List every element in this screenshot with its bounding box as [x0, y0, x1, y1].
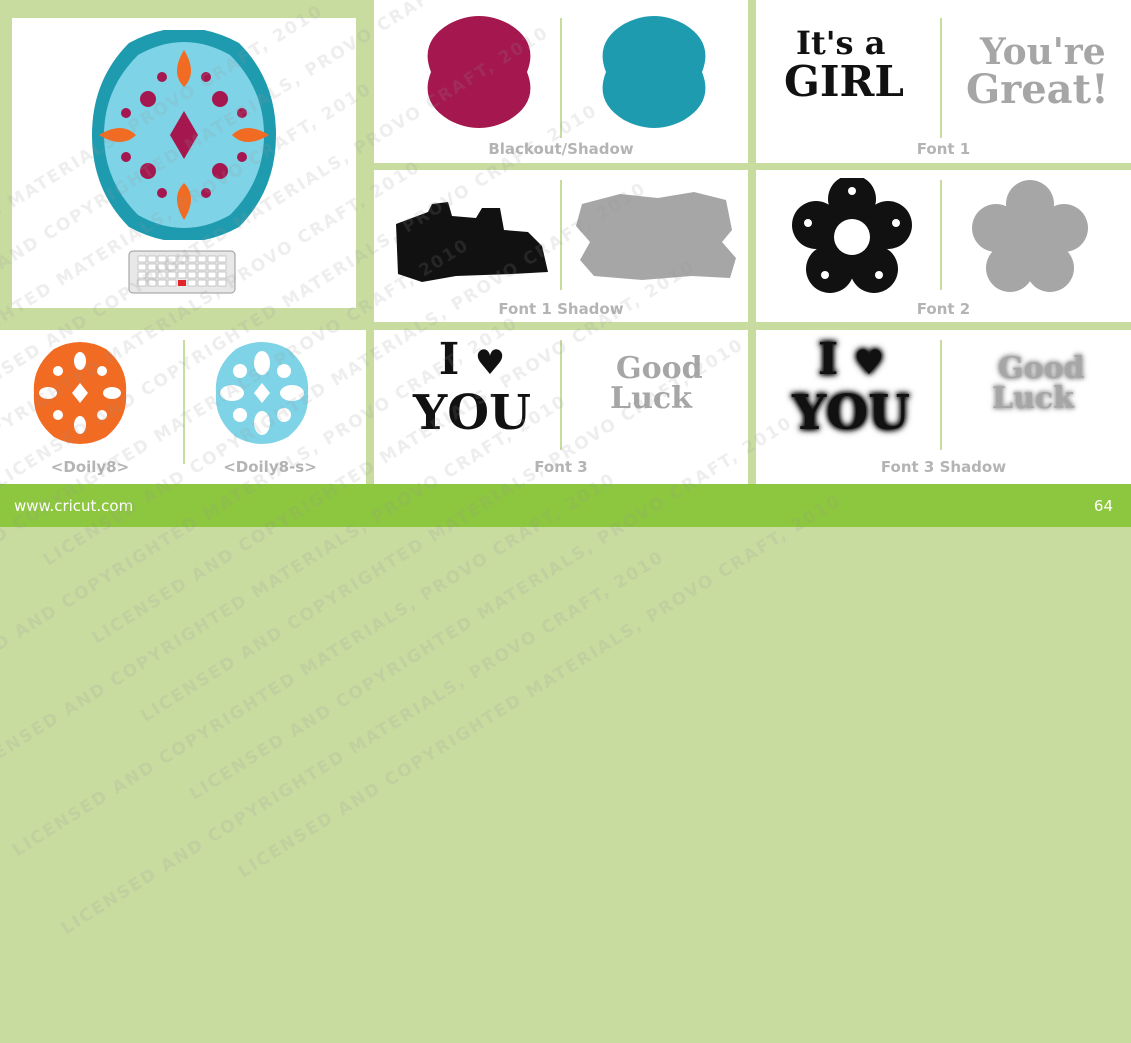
font1-shadow-label: Font 1 Shadow: [498, 300, 624, 318]
panel-divider: [560, 18, 562, 138]
panel-divider: [560, 340, 562, 450]
font3-shadow-line3: Good: [998, 351, 1085, 386]
font1-panel: It's a GIRL You're Great! Font 1: [756, 0, 1131, 163]
font3-gray-text: Good Luck: [600, 354, 730, 414]
doily8-label: <Doily8>: [50, 458, 130, 476]
font3-shadow-black-text: I ♥ YOU: [766, 334, 936, 441]
footer-bar: www.cricut.com 64: [0, 484, 1131, 527]
shadow-shape-image: [602, 16, 706, 128]
font2-gray-flower-image: [972, 180, 1088, 292]
font3-shadow-line4: Luck: [992, 381, 1074, 416]
font3-shadow-panel: I ♥ YOU Good Luck Font 3 Shadow: [756, 330, 1131, 484]
panel-divider: [940, 18, 942, 138]
font3-line4: Luck: [610, 381, 692, 416]
doily8-s-label: <Doily8-s>: [223, 458, 317, 476]
blackout-shadow-label: Blackout/Shadow: [488, 140, 634, 158]
font3-shadow-label: Font 3 Shadow: [880, 458, 1007, 476]
font3-black-text: I ♥ YOU: [392, 334, 552, 441]
blackout-shadow-panel: Blackout/Shadow: [374, 0, 748, 163]
font1-line3: You're: [980, 31, 1106, 73]
blackout-shape-image: [427, 16, 531, 128]
preview-panel: [12, 18, 356, 308]
panel-divider: [183, 340, 185, 464]
font3-line3: Good: [616, 351, 703, 386]
font1-line1: It's a: [796, 24, 886, 62]
font3-shadow-gray-text: Good Luck: [976, 354, 1116, 414]
font1-gray-shadow-image: [576, 192, 736, 280]
doily-panel: <Doily8> <Doily8-s>: [0, 330, 366, 484]
font3-label: Font 3: [534, 458, 588, 476]
font1-line4: Great!: [966, 66, 1109, 113]
font3-shadow-line1: I: [817, 334, 839, 385]
panel-divider: [560, 180, 562, 290]
font1-black-text: It's a GIRL: [784, 26, 934, 104]
panel-divider: [940, 340, 942, 450]
doily8-image: [33, 342, 127, 444]
footer-url-link[interactable]: www.cricut.com: [14, 497, 133, 515]
page-number: 64: [1093, 497, 1113, 515]
font1-gray-text: You're Great!: [966, 34, 1126, 110]
font3-line2: YOU: [413, 385, 531, 441]
font1-black-shadow-image: [396, 202, 548, 282]
font3-panel: I ♥ YOU Good Luck Font 3: [374, 330, 748, 484]
heart-icon: ♥: [853, 343, 885, 383]
doily8-s-image: [215, 342, 309, 444]
keypad-overlay-icon: [128, 250, 236, 294]
font1-label: Font 1: [916, 140, 971, 158]
font1-line2: GIRL: [784, 57, 904, 106]
font3-line1: I: [438, 334, 460, 385]
heart-icon: ♥: [474, 343, 506, 383]
font2-label: Font 2: [916, 300, 971, 318]
font1-shadow-panel: Font 1 Shadow: [374, 170, 748, 322]
font2-panel: Font 2: [756, 170, 1131, 322]
flower-medallion-image: [92, 30, 276, 240]
font3-shadow-line2: YOU: [792, 385, 910, 441]
font2-black-flower-image: [792, 178, 912, 293]
panel-divider: [940, 180, 942, 290]
